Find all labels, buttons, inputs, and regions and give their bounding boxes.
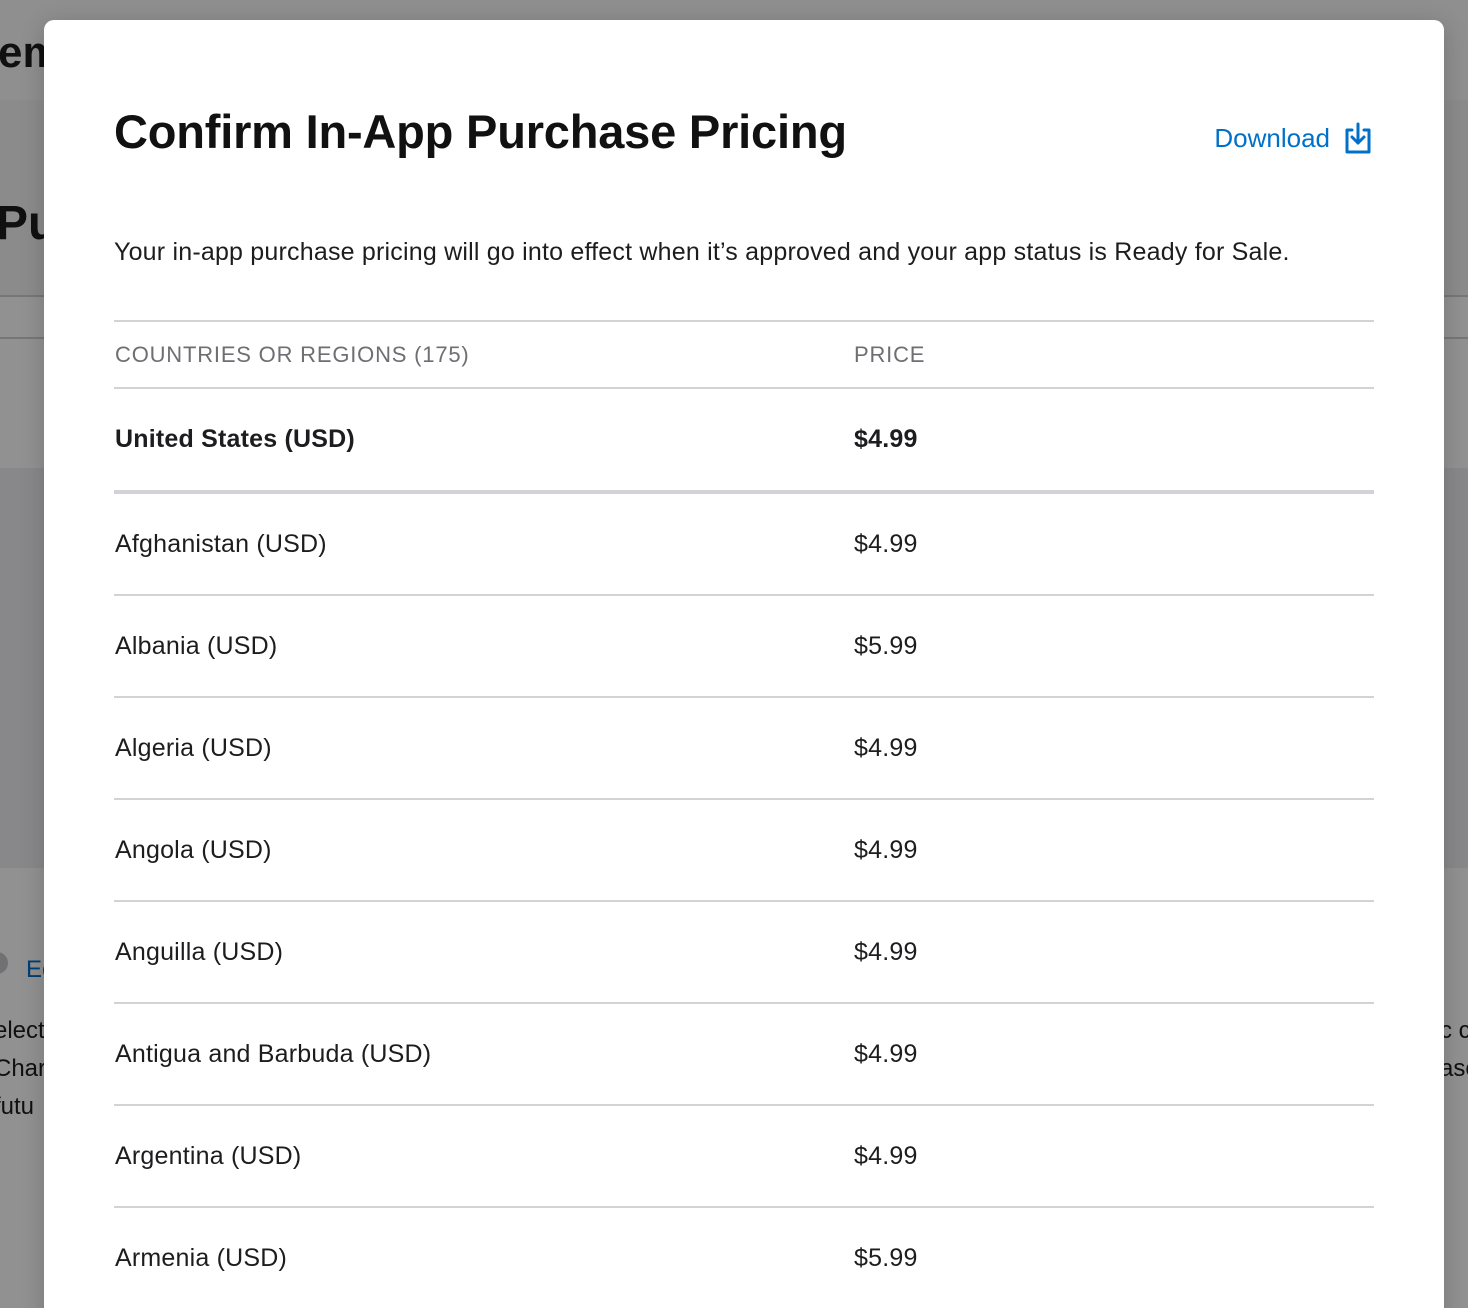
- price-cell: $4.99: [854, 1141, 918, 1170]
- column-header-price: PRICE: [854, 341, 926, 367]
- country-cell: Argentina (USD): [115, 1141, 302, 1170]
- price-cell: $4.99: [854, 733, 918, 762]
- table-row: Algeria (USD) $4.99: [114, 698, 1374, 800]
- country-cell: United States (USD): [115, 425, 355, 453]
- download-button[interactable]: Download: [1214, 118, 1374, 158]
- pricing-table: COUNTRIES OR REGIONS (175) PRICE United …: [114, 320, 1374, 1308]
- price-cell: $4.99: [854, 425, 918, 453]
- table-row: Afghanistan (USD) $4.99: [114, 494, 1374, 596]
- column-header-countries: COUNTRIES OR REGIONS (175): [115, 341, 470, 367]
- country-cell: Angola (USD): [115, 835, 272, 864]
- download-icon: [1345, 122, 1371, 154]
- country-cell: Anguilla (USD): [115, 937, 284, 966]
- table-row: Antigua and Barbuda (USD) $4.99: [114, 1004, 1374, 1106]
- download-label: Download: [1214, 122, 1330, 153]
- modal-title: Confirm In-App Purchase Pricing: [114, 105, 847, 158]
- country-cell: Algeria (USD): [115, 733, 272, 762]
- table-row: Anguilla (USD) $4.99: [114, 902, 1374, 1004]
- table-row-featured: United States (USD) $4.99: [114, 389, 1374, 494]
- country-cell: Albania (USD): [115, 631, 278, 660]
- country-cell: Antigua and Barbuda (USD): [115, 1039, 432, 1068]
- table-row: Albania (USD) $5.99: [114, 596, 1374, 698]
- table-row: Argentina (USD) $4.99: [114, 1106, 1374, 1208]
- price-cell: $4.99: [854, 529, 918, 558]
- table-row: Angola (USD) $4.99: [114, 800, 1374, 902]
- price-cell: $5.99: [854, 1243, 918, 1272]
- price-cell: $4.99: [854, 937, 918, 966]
- country-cell: Armenia (USD): [115, 1243, 288, 1272]
- price-cell: $4.99: [854, 1039, 918, 1068]
- price-cell: $4.99: [854, 835, 918, 864]
- confirm-pricing-modal: Confirm In-App Purchase Pricing Download…: [44, 20, 1444, 1308]
- table-header: COUNTRIES OR REGIONS (175) PRICE: [114, 320, 1374, 389]
- table-row: Armenia (USD) $5.99: [114, 1208, 1374, 1308]
- modal-description: Your in-app purchase pricing will go int…: [114, 238, 1290, 266]
- price-cell: $5.99: [854, 631, 918, 660]
- country-cell: Afghanistan (USD): [115, 529, 327, 558]
